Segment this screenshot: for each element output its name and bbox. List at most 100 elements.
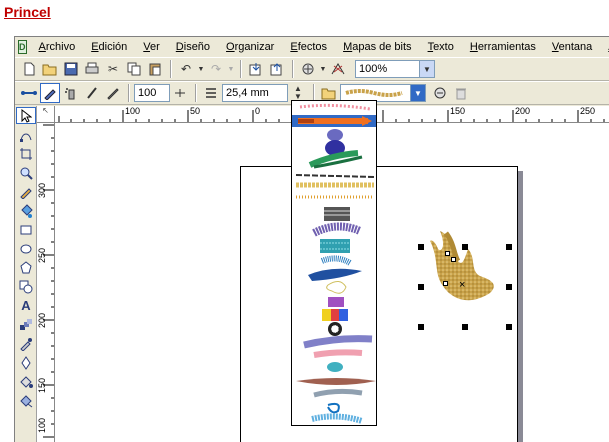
ruler-origin-corner[interactable]: ↖ <box>37 106 55 123</box>
application-launcher-icon[interactable] <box>298 59 318 79</box>
brush-option[interactable] <box>328 297 344 307</box>
stroke-width-input[interactable]: 25,4 mm <box>222 84 288 102</box>
toolbar-separator <box>170 60 172 78</box>
zoom-level-select[interactable]: 100% ▼ <box>355 60 435 78</box>
interactive-fill-icon[interactable] <box>16 392 36 409</box>
brush-option[interactable] <box>320 239 350 253</box>
brush-option[interactable] <box>303 335 373 349</box>
preset-stroke-icon[interactable] <box>19 83 39 103</box>
hruler-tick-label: 200 <box>515 106 531 116</box>
save-icon[interactable] <box>61 59 81 79</box>
selection-handle[interactable] <box>462 244 468 250</box>
brush-option[interactable] <box>327 402 340 414</box>
brush-option[interactable] <box>311 413 363 424</box>
text-tool-text-a-icon[interactable]: A <box>16 297 36 314</box>
vertical-ruler[interactable]: 300 250 200 150 100 <box>37 123 55 442</box>
brush-stroke-previews <box>292 103 377 424</box>
selected-brush-preview <box>345 89 403 97</box>
brush-option[interactable] <box>325 129 345 156</box>
import-icon[interactable] <box>246 59 266 79</box>
brush-mode-icon[interactable] <box>40 83 60 103</box>
smoothing-slider-icon[interactable] <box>170 83 190 103</box>
brush-option[interactable] <box>308 268 362 281</box>
selection-handle[interactable] <box>418 284 424 290</box>
brush-option[interactable] <box>308 150 363 169</box>
cut-scissors-icon[interactable]: ✂ <box>103 59 123 79</box>
copy-icon[interactable] <box>124 59 144 79</box>
brush-option[interactable] <box>296 378 376 385</box>
interactive-blend-icon[interactable] <box>16 316 36 333</box>
selection-handle[interactable] <box>418 244 424 250</box>
crop-tool-crop-icon[interactable] <box>16 145 36 162</box>
brush-option[interactable] <box>327 362 343 372</box>
pick-tool-arrow-pointer-icon[interactable] <box>16 107 36 124</box>
menu-ayuda[interactable]: Ayuda <box>600 41 609 53</box>
brush-option[interactable] <box>312 222 362 237</box>
paste-icon[interactable] <box>145 59 165 79</box>
node-marker-icon[interactable] <box>443 281 448 286</box>
corel-online-icon[interactable] <box>328 59 348 79</box>
pressure-pen-icon[interactable] <box>103 83 123 103</box>
brush-option-selected[interactable] <box>292 115 377 127</box>
outline-tool-pen-nib-icon[interactable] <box>16 354 36 371</box>
brush-option[interactable] <box>313 388 363 398</box>
menu-texto[interactable]: Texto <box>420 41 462 53</box>
export-icon[interactable] <box>267 59 287 79</box>
brush-option[interactable] <box>328 322 342 336</box>
selection-handle[interactable] <box>506 244 512 250</box>
smart-fill-icon[interactable] <box>16 202 36 219</box>
menu-efectos[interactable]: Efectos <box>282 41 335 53</box>
menu-diseno[interactable]: Diseño <box>168 41 218 53</box>
menu-ver[interactable]: Ver <box>135 41 168 53</box>
menu-edicion[interactable]: Edición <box>83 41 135 53</box>
undo-dropdown-chevron-icon[interactable]: ▼ <box>197 59 205 79</box>
redo-icon[interactable]: ↷ <box>206 59 226 79</box>
brush-option[interactable] <box>326 281 347 294</box>
selection-handle[interactable] <box>418 324 424 330</box>
brush-option[interactable] <box>295 174 375 178</box>
selection-handle[interactable] <box>506 324 512 330</box>
chevron-down-icon[interactable]: ▼ <box>410 85 425 101</box>
eyedropper-icon[interactable] <box>16 335 36 352</box>
new-document-icon[interactable] <box>19 59 39 79</box>
delete-trash-icon[interactable] <box>451 83 471 103</box>
rectangle-tool-rectangle-icon[interactable] <box>16 221 36 238</box>
brush-option[interactable] <box>324 207 350 221</box>
node-marker-icon[interactable] <box>445 251 450 256</box>
brush-option[interactable] <box>322 309 348 321</box>
open-folder-icon[interactable] <box>40 59 60 79</box>
save-artistic-stroke-icon[interactable] <box>430 83 450 103</box>
menu-herramientas[interactable]: Herramientas <box>462 41 544 53</box>
ellipse-tool-ellipse-icon[interactable] <box>16 240 36 257</box>
hruler-tick-label: 50 <box>190 106 201 116</box>
menu-organizar[interactable]: Organizar <box>218 41 282 53</box>
stroke-width-icon[interactable] <box>201 83 221 103</box>
menu-ventana[interactable]: Ventana <box>544 41 600 53</box>
selection-handle[interactable] <box>506 284 512 290</box>
polygon-tool-polygon-icon[interactable] <box>16 259 36 276</box>
node-marker-icon[interactable] <box>451 257 456 262</box>
brush-option[interactable] <box>320 255 352 266</box>
brush-option[interactable] <box>299 103 371 111</box>
brush-option[interactable] <box>313 349 363 358</box>
fill-tool-paint-bucket-icon[interactable] <box>16 373 36 390</box>
sprayer-icon[interactable] <box>61 83 81 103</box>
calligraphic-icon[interactable] <box>82 83 102 103</box>
freehand-tool-pencil-icon[interactable] <box>16 183 36 200</box>
selection-handle[interactable] <box>462 324 468 330</box>
undo-icon[interactable]: ↶ <box>176 59 196 79</box>
freehand-smoothing-input[interactable]: 100 <box>134 84 170 102</box>
print-icon[interactable] <box>82 59 102 79</box>
menu-bar: D Archivo Edición Ver Diseño Organizar E… <box>15 37 609 57</box>
launcher-dropdown-chevron-icon[interactable]: ▼ <box>319 59 327 79</box>
chevron-down-icon[interactable]: ▼ <box>419 61 434 77</box>
shape-tool-shape-node-icon[interactable] <box>16 126 36 143</box>
menu-archivo[interactable]: Archivo <box>31 41 84 53</box>
zoom-tool-magnifier-icon[interactable] <box>16 164 36 181</box>
redo-dropdown-chevron-icon[interactable]: ▼ <box>227 59 235 79</box>
brush-stroke-dropdown-list[interactable] <box>291 100 377 426</box>
basic-shapes-icon[interactable] <box>16 278 36 295</box>
menu-mapas-de-bits[interactable]: Mapas de bits <box>335 41 420 53</box>
artistic-brush-object[interactable] <box>410 221 510 311</box>
app-document-icon[interactable]: D <box>18 40 27 54</box>
